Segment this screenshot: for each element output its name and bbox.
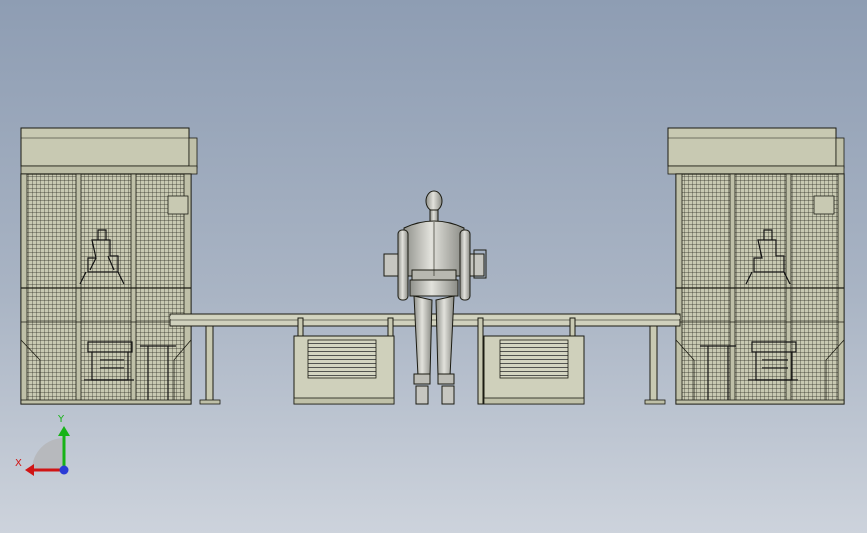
left-welding-cell: [20, 127, 198, 405]
y-axis-label: Y: [58, 414, 65, 425]
left-cell-roof: [20, 127, 190, 167]
central-humanoid-robot: [383, 190, 487, 405]
left-cell-mesh-panel: [20, 173, 192, 405]
x-axis-label: X: [15, 458, 22, 469]
right-control-cabinet: [483, 335, 585, 405]
left-control-cabinet: [293, 335, 395, 405]
right-cell-roof: [667, 127, 837, 167]
coordinate-triad: [25, 426, 70, 476]
cad-viewport[interactable]: Y X: [0, 0, 867, 533]
cad-drawing-front-view: [20, 127, 845, 476]
right-welding-cell: [667, 127, 845, 405]
